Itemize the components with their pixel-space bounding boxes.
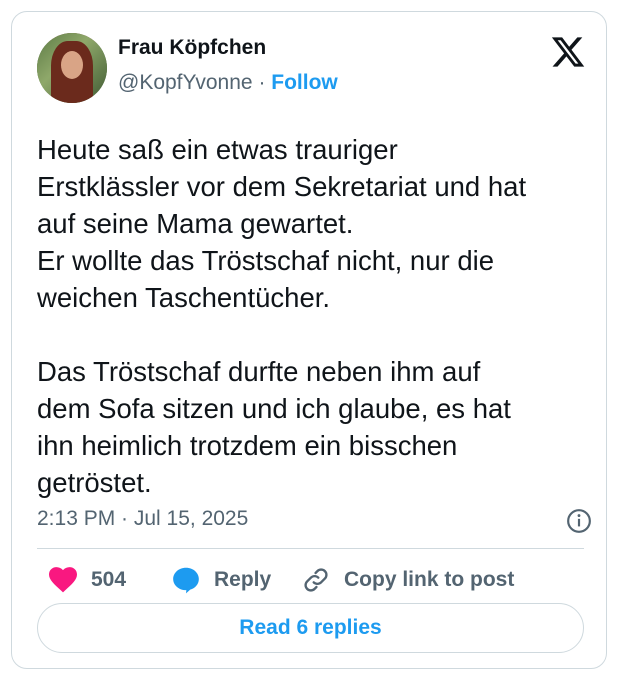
x-logo-icon[interactable]: [550, 34, 586, 70]
timestamp[interactable]: 2:13 PM · Jul 15, 2025: [37, 507, 248, 531]
copy-link-label: Copy link to post: [344, 568, 515, 591]
copy-link-button[interactable]: Copy link to post: [302, 565, 514, 595]
follow-button[interactable]: Follow: [271, 71, 338, 94]
divider: [37, 548, 584, 549]
link-icon: [304, 568, 328, 592]
tweet-text: Heute saß ein etwas trauriger Erstklässl…: [37, 134, 527, 498]
separator: ·: [258, 71, 266, 94]
display-name[interactable]: Frau Köpfchen: [118, 36, 266, 60]
handle-row: @KopfYvonne · Follow: [118, 71, 338, 95]
reply-button[interactable]: Reply: [172, 565, 271, 595]
handle[interactable]: @KopfYvonne: [118, 71, 253, 94]
avatar[interactable]: [37, 33, 107, 103]
read-replies-button[interactable]: Read 6 replies: [37, 603, 584, 653]
info-icon[interactable]: [566, 508, 592, 534]
tweet-card: Frau Köpfchen @KopfYvonne · Follow Heute…: [11, 11, 607, 669]
like-button[interactable]: 504: [49, 565, 126, 595]
reply-label: Reply: [214, 568, 272, 591]
heart-icon: [49, 567, 77, 593]
likes-count: 504: [91, 568, 127, 591]
reply-bubble-icon: [173, 567, 199, 594]
